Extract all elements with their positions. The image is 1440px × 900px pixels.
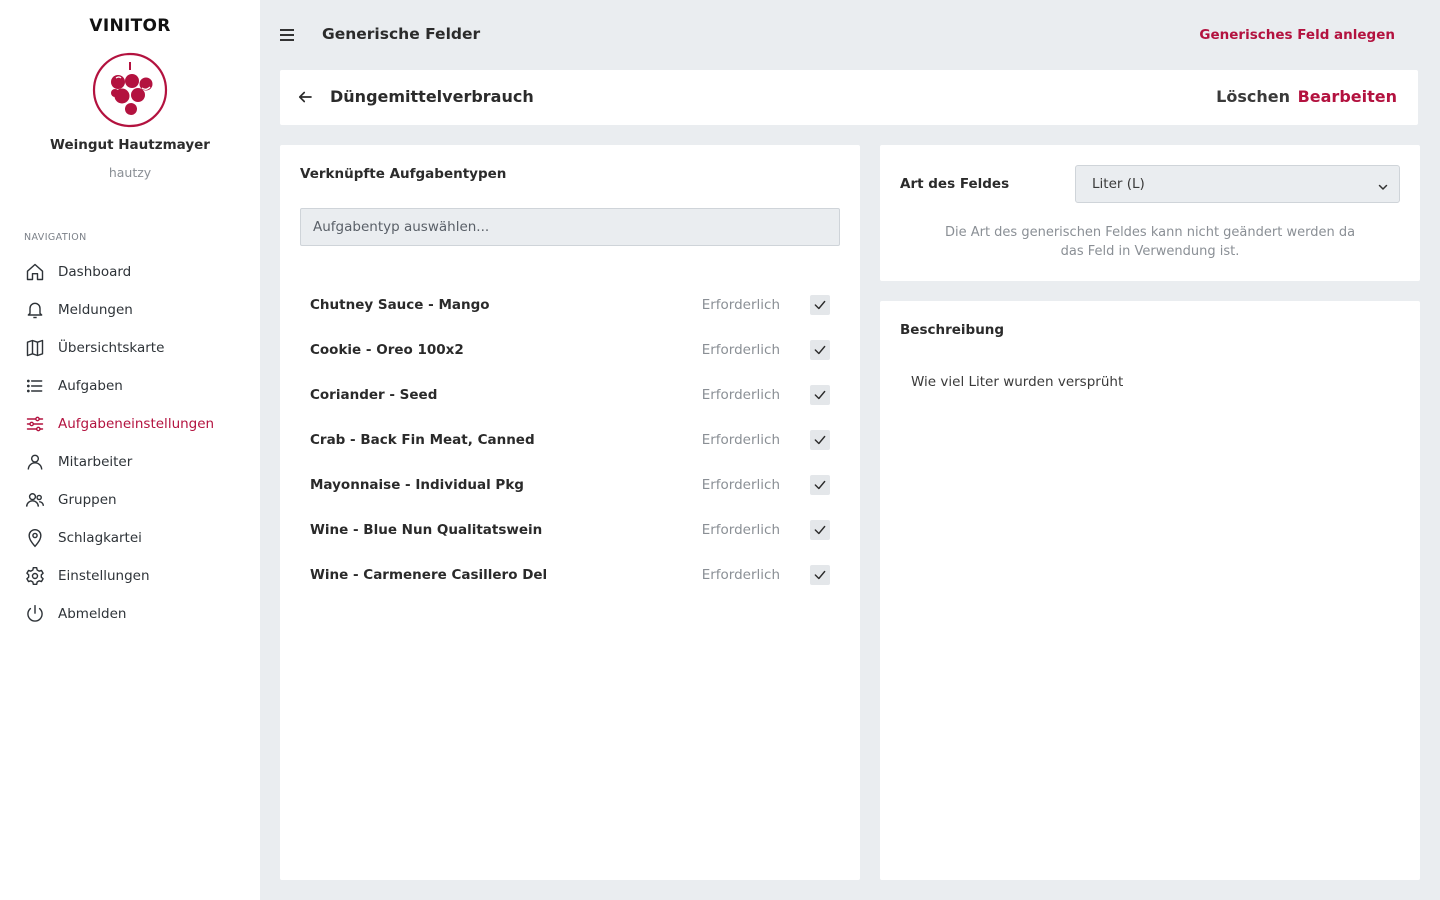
task-type-name: Wine - Blue Nun Qualitatswein (310, 521, 543, 538)
description-heading: Beschreibung (900, 322, 1005, 338)
task-type-name: Chutney Sauce - Mango (310, 296, 490, 313)
sidebar-item-label: Gruppen (58, 492, 117, 508)
description-card: Beschreibung Wie viel Liter wurden versp… (880, 301, 1420, 880)
description-text: Wie viel Liter wurden versprüht (911, 374, 1124, 390)
sidebar-item-label: Mitarbeiter (58, 454, 133, 470)
page-section-title: Generische Felder (322, 25, 481, 43)
task-type-row: Wine - Carmenere Casillero Del Erforderl… (310, 552, 830, 597)
sidebar-item-uebersichtskarte[interactable]: Übersichtskarte (0, 329, 260, 367)
sidebar-item-label: Aufgaben (58, 378, 123, 394)
required-label: Erforderlich (701, 341, 780, 358)
required-checkbox[interactable] (810, 294, 830, 315)
required-checkbox[interactable] (810, 384, 830, 405)
sidebar-item-abmelden[interactable]: Abmelden (0, 595, 260, 633)
sidebar-item-label: Meldungen (58, 302, 133, 318)
sidebar-item-label: Schlagkartei (58, 530, 142, 546)
gear-icon (24, 565, 46, 587)
check-icon (814, 300, 826, 309)
user-icon (24, 451, 46, 473)
sidebar-item-aufgabeneinstellungen[interactable]: Aufgabeneinstellungen (0, 405, 260, 443)
sidebar-item-aufgaben[interactable]: Aufgaben (0, 367, 260, 405)
organization-name: Weingut Hautzmayer (50, 137, 210, 153)
map-icon (24, 337, 46, 359)
sliders-icon (24, 413, 46, 435)
check-icon (814, 345, 826, 354)
chevron-down-icon (1377, 178, 1389, 190)
required-checkbox[interactable] (810, 519, 830, 540)
check-icon (814, 525, 826, 534)
field-type-note: Die Art des generischen Feldes kann nich… (944, 225, 1356, 259)
field-type-card: Art des Feldes Liter (L) Die Art des gen… (880, 145, 1420, 281)
linked-task-types-card: Verknüpfte Aufgabentypen Aufgabentyp aus… (280, 145, 860, 880)
task-type-list: Chutney Sauce - Mango Erforderlich Cooki… (310, 282, 830, 597)
task-type-row: Chutney Sauce - Mango Erforderlich (310, 282, 830, 327)
required-checkbox[interactable] (810, 474, 830, 495)
edit-button[interactable]: Bearbeiten (1298, 87, 1397, 106)
nav-heading: NAVIGATION (24, 232, 87, 243)
sidebar-item-meldungen[interactable]: Meldungen (0, 291, 260, 329)
create-generic-field-button[interactable]: Generisches Feld anlegen (1199, 27, 1395, 43)
home-icon (24, 261, 46, 283)
sidebar-item-gruppen[interactable]: Gruppen (0, 481, 260, 519)
list-icon (24, 375, 46, 397)
sidebar: VINITOR Weingut Hautzmayer hautzy NAVIGA… (0, 0, 260, 900)
linked-task-types-heading: Verknüpfte Aufgabentypen (300, 166, 507, 182)
sidebar-item-mitarbeiter[interactable]: Mitarbeiter (0, 443, 260, 481)
sidebar-nav: Dashboard Meldungen Übersichtskarte Aufg… (0, 253, 260, 633)
detail-title-card: Düngemittelverbrauch Löschen Bearbeiten (280, 70, 1418, 125)
task-type-name: Wine - Carmenere Casillero Del (310, 566, 548, 583)
required-checkbox[interactable] (810, 339, 830, 360)
required-label: Erforderlich (701, 431, 780, 448)
task-type-row: Cookie - Oreo 100x2 Erforderlich (310, 327, 830, 372)
task-type-row: Wine - Blue Nun Qualitatswein Erforderli… (310, 507, 830, 552)
delete-button[interactable]: Löschen (1216, 87, 1290, 106)
app-brand: VINITOR (89, 16, 171, 36)
task-type-name: Coriander - Seed (310, 386, 438, 403)
sidebar-item-einstellungen[interactable]: Einstellungen (0, 557, 260, 595)
check-icon (814, 480, 826, 489)
page-title: Düngemittelverbrauch (330, 87, 534, 106)
task-type-name: Mayonnaise - Individual Pkg (310, 476, 524, 493)
back-arrow-icon[interactable] (296, 88, 314, 106)
bell-icon (24, 299, 46, 321)
required-label: Erforderlich (701, 386, 780, 403)
task-type-select[interactable]: Aufgabentyp auswählen... (300, 208, 840, 246)
field-type-label: Art des Feldes (900, 176, 1010, 192)
sidebar-item-label: Aufgabeneinstellungen (58, 416, 215, 432)
task-type-row: Crab - Back Fin Meat, Canned Erforderlic… (310, 417, 830, 462)
required-label: Erforderlich (701, 476, 780, 493)
organization-username: hautzy (108, 165, 152, 180)
task-type-name: Crab - Back Fin Meat, Canned (310, 431, 535, 448)
required-label: Erforderlich (701, 566, 780, 583)
power-icon (24, 603, 46, 625)
winery-logo (92, 52, 168, 128)
task-type-row: Coriander - Seed Erforderlich (310, 372, 830, 417)
task-type-name: Cookie - Oreo 100x2 (310, 341, 464, 358)
field-type-selected-value: Liter (L) (1092, 176, 1145, 192)
required-label: Erforderlich (701, 296, 780, 313)
check-icon (814, 570, 826, 579)
sidebar-item-label: Einstellungen (58, 568, 150, 584)
sidebar-item-label: Übersichtskarte (58, 340, 165, 356)
check-icon (814, 390, 826, 399)
field-type-select[interactable]: Liter (L) (1075, 165, 1400, 203)
map-pin-icon (24, 527, 46, 549)
required-label: Erforderlich (701, 521, 780, 538)
sidebar-item-label: Dashboard (58, 264, 132, 280)
required-checkbox[interactable] (810, 429, 830, 450)
required-checkbox[interactable] (810, 564, 830, 585)
sidebar-item-label: Abmelden (58, 606, 127, 622)
task-type-row: Mayonnaise - Individual Pkg Erforderlich (310, 462, 830, 507)
sidebar-item-dashboard[interactable]: Dashboard (0, 253, 260, 291)
sidebar-item-schlagkartei[interactable]: Schlagkartei (0, 519, 260, 557)
check-icon (814, 435, 826, 444)
users-icon (24, 489, 46, 511)
hamburger-menu-icon[interactable] (280, 24, 298, 46)
